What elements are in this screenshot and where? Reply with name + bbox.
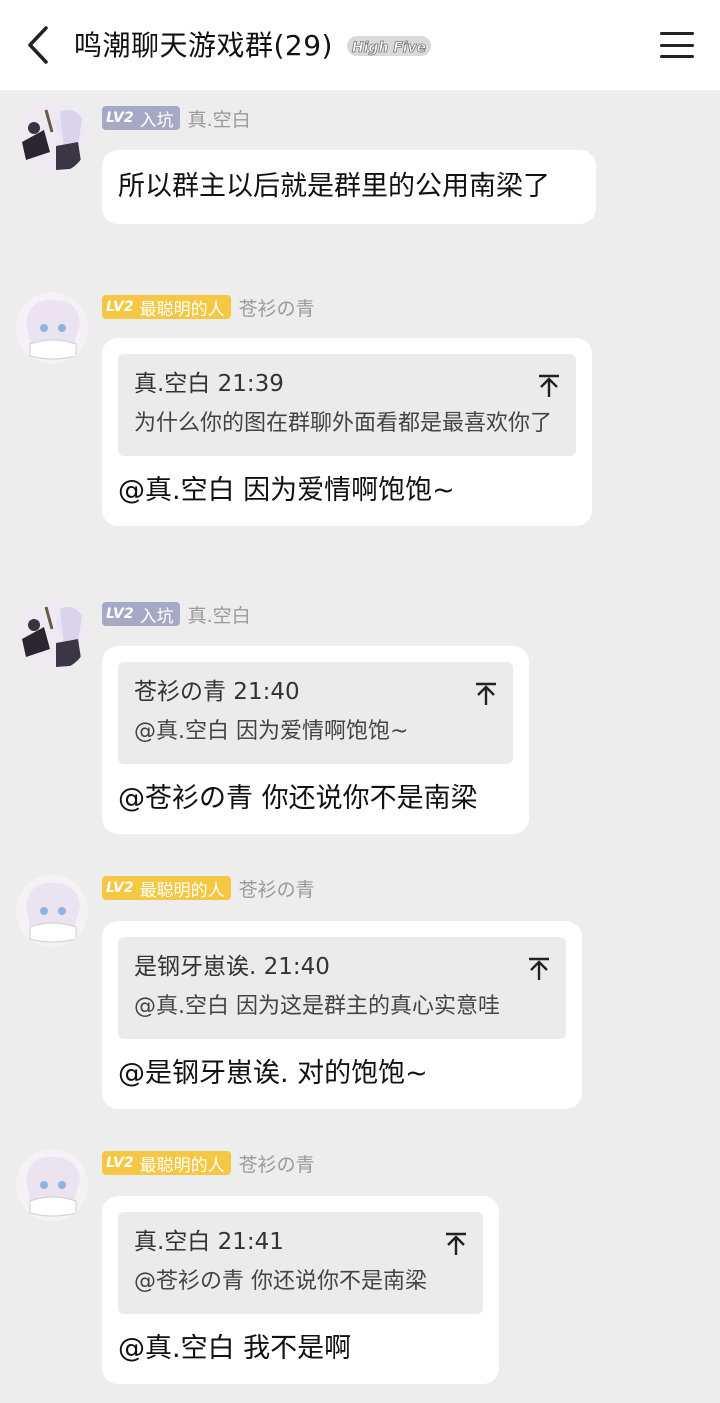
quoted-message[interactable]: 真.空白 21:41 @苍衫の青 你还说你不是南梁 bbox=[118, 1212, 483, 1314]
message-bubble[interactable]: 所以群主以后就是群里的公用南梁了 bbox=[102, 150, 596, 224]
sender-meta: LV2 最聪明的人 苍衫の青 bbox=[102, 1150, 315, 1176]
quote-text: @真.空白 因为这是群主的真心实意哇 bbox=[134, 994, 500, 1019]
menu-button[interactable] bbox=[656, 26, 698, 64]
level-badge: LV2 入坑 bbox=[102, 602, 180, 627]
jump-to-quote-icon[interactable] bbox=[528, 957, 550, 981]
level-badge: LV2 最聪明的人 bbox=[102, 295, 231, 320]
quoted-message[interactable]: 真.空白 21:39 为什么你的图在群聊外面看都是最喜欢你了 bbox=[118, 354, 576, 456]
sender-meta: LV2 入坑 真.空白 bbox=[102, 601, 251, 627]
level-badge: LV2 最聪明的人 bbox=[102, 1151, 231, 1176]
avatar[interactable] bbox=[16, 1149, 88, 1221]
chat-title[interactable]: 鸣潮聊天游戏群(29) bbox=[74, 26, 333, 66]
message-text: 所以群主以后就是群里的公用南梁了 bbox=[118, 171, 550, 202]
quote-author-time: 真.空白 21:41 bbox=[134, 1229, 284, 1255]
hamburger-menu-icon bbox=[660, 32, 694, 35]
jump-to-quote-icon[interactable] bbox=[475, 682, 497, 706]
sender-nickname[interactable]: 苍衫の青 bbox=[239, 875, 315, 902]
sender-meta: LV2 最聪明的人 苍衫の青 bbox=[102, 294, 315, 320]
sender-nickname[interactable]: 真.空白 bbox=[188, 105, 251, 132]
avatar[interactable] bbox=[16, 292, 88, 364]
avatar[interactable] bbox=[16, 102, 88, 174]
message-bubble[interactable]: 真.空白 21:39 为什么你的图在群聊外面看都是最喜欢你了 @真.空白 因为爱… bbox=[102, 338, 592, 526]
message-text: @苍衫の青 你还说你不是南梁 bbox=[118, 783, 478, 814]
back-button[interactable] bbox=[18, 24, 58, 66]
anime-avatar-light-icon bbox=[16, 292, 88, 364]
message-bubble[interactable]: 是钢牙崽诶. 21:40 @真.空白 因为这是群主的真心实意哇 @是钢牙崽诶. … bbox=[102, 921, 582, 1109]
message-bubble[interactable]: 真.空白 21:41 @苍衫の青 你还说你不是南梁 @真.空白 我不是啊 bbox=[102, 1196, 499, 1384]
quoted-message[interactable]: 苍衫の青 21:40 @真.空白 因为爱情啊饱饱~ bbox=[118, 662, 513, 764]
quote-text: @真.空白 因为爱情啊饱饱~ bbox=[134, 719, 409, 744]
message-bubble[interactable]: 苍衫の青 21:40 @真.空白 因为爱情啊饱饱~ @苍衫の青 你还说你不是南梁 bbox=[102, 646, 529, 834]
level-badge: LV2 最聪明的人 bbox=[102, 876, 231, 901]
avatar[interactable] bbox=[16, 875, 88, 947]
level-badge: LV2 入坑 bbox=[102, 106, 180, 131]
anime-avatar-dark-icon bbox=[16, 599, 88, 671]
sender-meta: LV2 最聪明的人 苍衫の青 bbox=[102, 875, 315, 901]
anime-avatar-light-icon bbox=[16, 1149, 88, 1221]
quoted-message[interactable]: 是钢牙崽诶. 21:40 @真.空白 因为这是群主的真心实意哇 bbox=[118, 937, 566, 1039]
high-five-badge: High Five bbox=[347, 36, 431, 56]
sender-nickname[interactable]: 真.空白 bbox=[188, 601, 251, 628]
quote-author-time: 真.空白 21:39 bbox=[134, 371, 284, 397]
quote-author-time: 是钢牙崽诶. 21:40 bbox=[134, 954, 330, 980]
message-text: @真.空白 因为爱情啊饱饱~ bbox=[118, 475, 455, 506]
svg-text:High Five: High Five bbox=[352, 40, 426, 56]
chat-header: 鸣潮聊天游戏群(29) High Five bbox=[0, 0, 720, 90]
jump-to-quote-icon[interactable] bbox=[538, 374, 560, 398]
quote-text: 为什么你的图在群聊外面看都是最喜欢你了 bbox=[134, 411, 553, 436]
avatar[interactable] bbox=[16, 599, 88, 671]
anime-avatar-dark-icon bbox=[16, 102, 88, 174]
message-text: @是钢牙崽诶. 对的饱饱~ bbox=[118, 1058, 428, 1089]
sender-nickname[interactable]: 苍衫の青 bbox=[239, 294, 315, 321]
jump-to-quote-icon[interactable] bbox=[445, 1232, 467, 1256]
message-text: @真.空白 我不是啊 bbox=[118, 1333, 352, 1364]
quote-text: @苍衫の青 你还说你不是南梁 bbox=[134, 1269, 427, 1294]
sender-nickname[interactable]: 苍衫の青 bbox=[239, 1150, 315, 1177]
anime-avatar-light-icon bbox=[16, 875, 88, 947]
chevron-left-icon bbox=[28, 26, 48, 64]
sender-meta: LV2 入坑 真.空白 bbox=[102, 105, 251, 131]
quote-author-time: 苍衫の青 21:40 bbox=[134, 679, 300, 705]
